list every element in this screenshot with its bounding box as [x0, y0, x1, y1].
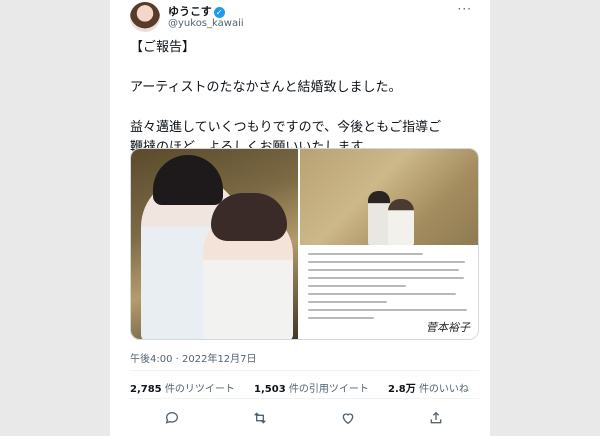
reply-icon[interactable]: [160, 406, 184, 430]
retweets-label: 件のリツイート: [164, 384, 235, 395]
display-name[interactable]: ゆうこす ✓: [168, 3, 225, 19]
retweet-icon[interactable]: [248, 406, 272, 430]
tweet-line-2: アーティストのたなかさんと結婚致しました。: [130, 80, 402, 95]
divider: [130, 398, 479, 399]
like-icon[interactable]: [336, 406, 360, 430]
letter-signature: 菅本裕子: [426, 321, 470, 334]
groom-hair: [153, 155, 223, 205]
tweet-line-3: 益々邁進していくつもりですので、今後ともご指導ご: [130, 120, 442, 135]
verified-badge-icon: ✓: [213, 7, 225, 18]
groom-small-figure: [368, 191, 390, 245]
retweets-stat[interactable]: 2,785 件のリツイート: [130, 384, 235, 395]
tweet-media[interactable]: 菅本裕子: [130, 148, 479, 340]
likes-stat[interactable]: 2.8万 件のいいね: [388, 384, 469, 395]
tweet-line-1: 【ご報告】: [130, 40, 196, 55]
likes-count: 2.8万: [388, 384, 416, 395]
avatar[interactable]: [130, 2, 160, 32]
tweet-actions: [130, 406, 479, 430]
bride-small-figure: [388, 199, 414, 245]
announcement-image[interactable]: 菅本裕子: [300, 149, 478, 339]
quotes-count: 1,503: [254, 384, 286, 395]
bride-hair: [211, 193, 287, 241]
likes-label: 件のいいね: [418, 384, 469, 395]
tweet-header: ゆうこす ✓ @yukos_kawaii ···: [130, 2, 478, 42]
handwritten-letter: [308, 253, 472, 325]
quotes-stat[interactable]: 1,503 件の引用ツイート: [254, 384, 369, 395]
tweet-card: ゆうこす ✓ @yukos_kawaii ··· 【ご報告】 アーティストのたなか…: [110, 0, 490, 436]
share-icon[interactable]: [424, 406, 448, 430]
quotes-label: 件の引用ツイート: [288, 384, 369, 395]
more-options-icon[interactable]: ···: [458, 2, 472, 16]
display-name-text[interactable]: ゆうこす: [168, 5, 212, 18]
couple-portrait-photo[interactable]: [131, 149, 298, 339]
tweet-stats: 2,785 件のリツイート 1,503 件の引用ツイート 2.8万 件のいいね: [130, 380, 485, 395]
retweets-count: 2,785: [130, 384, 162, 395]
tweet-timestamp[interactable]: 午後4:00 · 2022年12月7日: [130, 350, 257, 365]
tweet-text: 【ご報告】 アーティストのたなかさんと結婚致しました。 益々邁進していくつもりで…: [130, 38, 475, 158]
couple-on-rocks-photo: [300, 149, 478, 245]
user-handle[interactable]: @yukos_kawaii: [168, 18, 244, 29]
divider: [130, 370, 479, 371]
